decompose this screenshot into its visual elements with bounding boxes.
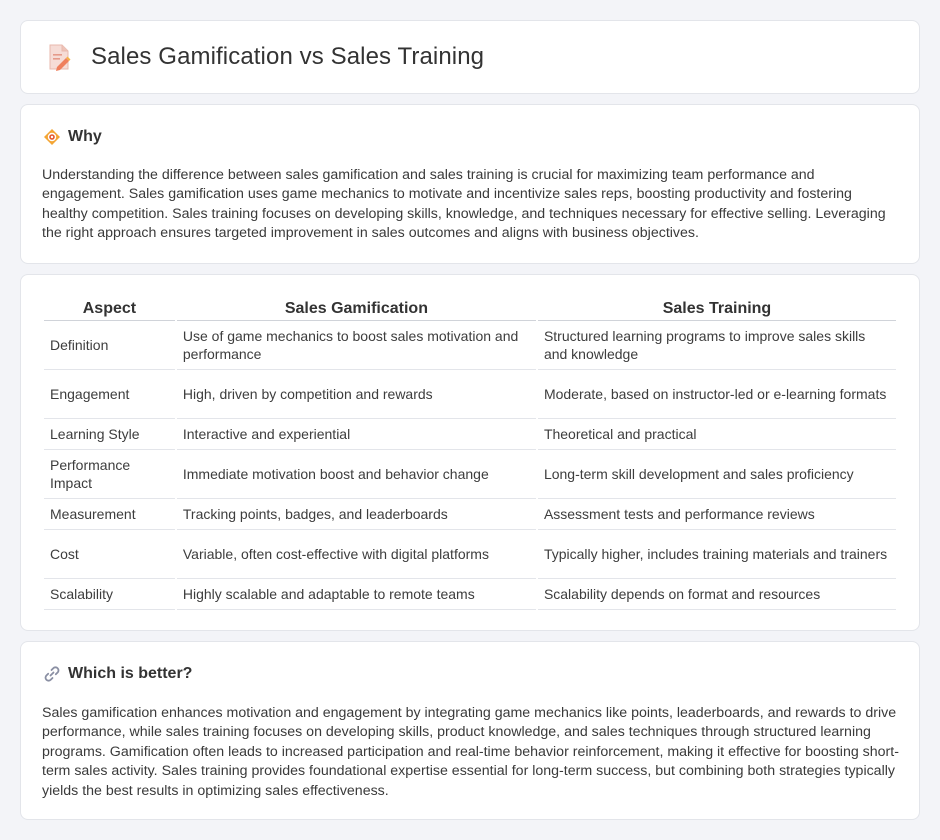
why-section: Why Understanding the difference between… [20,104,920,264]
table-row: Learning Style Interactive and experient… [44,419,896,450]
table-row: Cost Variable, often cost-effective with… [44,530,896,579]
better-paragraph: Sales gamification enhances motivation a… [42,705,899,799]
table-row: Measurement Tracking points, badges, and… [44,499,896,530]
table-row: Engagement High, driven by competition a… [44,370,896,419]
column-header-aspect: Aspect [44,297,175,321]
table-row: Definition Use of game mechanics to boos… [44,321,896,370]
aspect-cell: Cost [44,530,175,579]
gamification-cell: Variable, often cost-effective with digi… [176,530,536,579]
training-cell: Long-term skill development and sales pr… [537,450,896,499]
training-cell: Moderate, based on instructor-led or e-l… [537,370,896,419]
comparison-section: Aspect Sales Gamification Sales Training… [20,274,920,631]
gamification-cell: Immediate motivation boost and behavior … [176,450,536,499]
table-row: Scalability Highly scalable and adaptabl… [44,579,896,610]
column-header-training: Sales Training [537,297,896,321]
title-row: Sales Gamification vs Sales Training [47,43,484,71]
aspect-cell: Measurement [44,499,175,530]
document-edit-icon [47,43,71,71]
link-icon [43,665,61,683]
gamification-cell: Tracking points, badges, and leaderboard… [176,499,536,530]
aspect-cell: Definition [44,321,175,370]
bullseye-diamond-icon [43,128,61,146]
table-row: Performance Impact Immediate motivation … [44,450,896,499]
training-cell: Theoretical and practical [537,419,896,450]
gamification-cell: Interactive and experiential [176,419,536,450]
gamification-cell: High, driven by competition and rewards [176,370,536,419]
training-cell: Assessment tests and performance reviews [537,499,896,530]
training-cell: Typically higher, includes training mate… [537,530,896,579]
gamification-cell: Highly scalable and adaptable to remote … [176,579,536,610]
better-heading: Which is better? [68,665,193,682]
aspect-cell: Scalability [44,579,175,610]
better-heading-row: Which is better? [43,665,192,683]
why-heading-row: Why [43,128,102,146]
training-cell: Scalability depends on format and resour… [537,579,896,610]
aspect-cell: Engagement [44,370,175,419]
aspect-cell: Performance Impact [44,450,175,499]
column-header-gamification: Sales Gamification [176,297,536,321]
why-heading: Why [68,128,102,145]
header-card: Sales Gamification vs Sales Training [20,20,920,94]
table-header-row: Aspect Sales Gamification Sales Training [44,297,896,321]
training-cell: Structured learning programs to improve … [537,321,896,370]
which-better-section: Which is better? Sales gamification enha… [20,641,920,820]
aspect-cell: Learning Style [44,419,175,450]
comparison-table: Aspect Sales Gamification Sales Training… [42,297,898,610]
page-title: Sales Gamification vs Sales Training [91,43,485,70]
gamification-cell: Use of game mechanics to boost sales mot… [176,321,536,370]
why-paragraph: Understanding the difference between sal… [42,167,886,242]
